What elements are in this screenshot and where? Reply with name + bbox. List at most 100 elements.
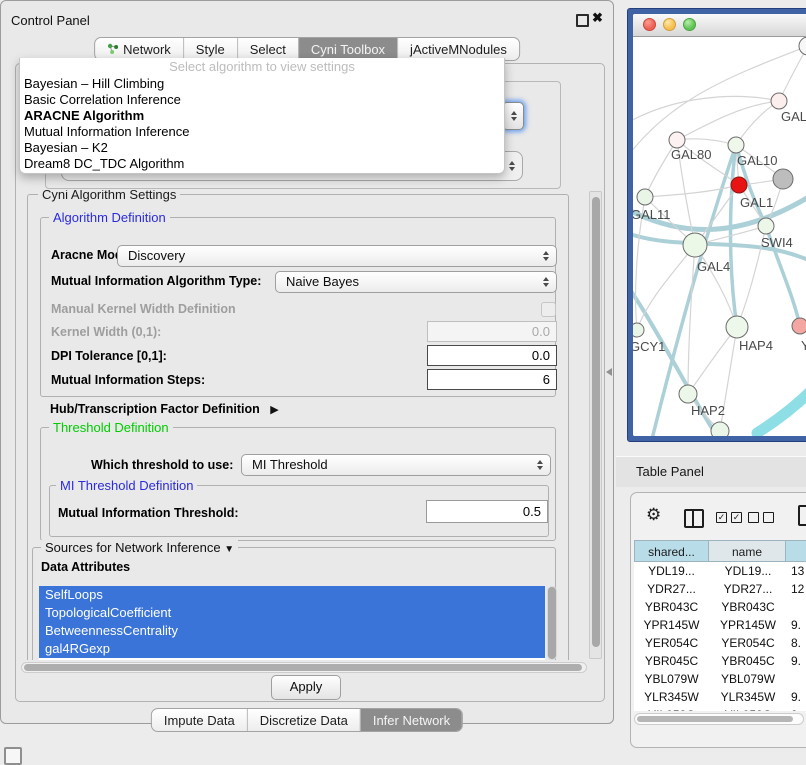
settings-gear-icon[interactable]: ⚙ — [646, 505, 661, 525]
network-edge[interactable] — [688, 245, 695, 394]
network-icon — [107, 43, 119, 55]
network-node-gal80[interactable] — [669, 132, 685, 148]
network-node-hap4[interactable] — [726, 316, 748, 338]
network-edge[interactable] — [688, 327, 737, 394]
table-cell: YDL19... — [634, 562, 709, 580]
network-node-gal4[interactable] — [683, 233, 707, 257]
manual-kernel-width-checkbox[interactable] — [541, 302, 556, 317]
table-cell: YBR043C — [709, 598, 787, 616]
sources-group-title[interactable]: Sources for Network Inference ▼ — [41, 540, 238, 557]
bottom-tabbar: Impute DataDiscretize DataInfer Network — [151, 708, 463, 732]
network-node-hap2[interactable] — [679, 385, 697, 403]
mi-algorithm-type-combobox[interactable]: Naive Bayes — [275, 271, 557, 293]
attribute-list-item[interactable]: BetweennessCentrality — [39, 622, 545, 640]
network-edge[interactable] — [736, 101, 779, 145]
tab-network[interactable]: Network — [95, 38, 183, 60]
attribute-list-item[interactable]: TopologicalCoefficient — [39, 604, 545, 622]
attribute-list-item[interactable]: gal4RGexp — [39, 640, 545, 658]
table-row[interactable]: YIL052CYIL052C9. — [634, 706, 806, 711]
dock-panel-icon[interactable] — [4, 747, 22, 765]
table-panel-header: Table Panel — [616, 456, 806, 487]
network-node[interactable] — [711, 422, 729, 436]
column-header-shared[interactable]: shared... — [634, 540, 709, 562]
data-attributes-list[interactable]: SelfLoopsTopologicalCoefficientBetweenne… — [39, 586, 545, 660]
settings-vertical-scrollbar[interactable] — [589, 191, 602, 659]
mi-threshold-input[interactable]: 0.5 — [426, 500, 548, 523]
algorithm-option[interactable]: Bayesian – Hill Climbing — [20, 76, 504, 92]
network-node-gal10[interactable] — [728, 137, 744, 153]
manual-kernel-width-label: Manual Kernel Width Definition — [51, 302, 236, 316]
apply-button[interactable]: Apply — [271, 675, 341, 700]
network-node-y[interactable] — [792, 318, 806, 334]
deselect-all-icon[interactable] — [748, 512, 774, 523]
aracne-mode-value: Discovery — [128, 246, 185, 266]
select-all-icon[interactable]: ✓✓ — [716, 512, 742, 523]
document-icon[interactable] — [798, 505, 806, 526]
settings-horizontal-scrollbar[interactable] — [21, 662, 587, 673]
attribute-list-item[interactable]: SelfLoops — [39, 586, 545, 604]
splitter-handle-icon[interactable] — [606, 368, 612, 376]
table-cell: 8. — [787, 634, 806, 652]
close-icon[interactable]: ✖ — [592, 10, 603, 26]
close-light-icon[interactable] — [643, 18, 656, 31]
hub-definition-expander[interactable]: Hub/Transcription Factor Definition ▶ — [50, 400, 279, 418]
network-node[interactable] — [773, 169, 793, 189]
chevron-updown-icon — [509, 161, 515, 171]
network-node-gal11[interactable] — [637, 189, 653, 205]
minimize-light-icon[interactable] — [663, 18, 676, 31]
attributes-list-scrollbar[interactable] — [547, 586, 557, 660]
column-header[interactable] — [785, 540, 806, 562]
table-cell — [787, 670, 806, 688]
which-threshold-combobox[interactable]: MI Threshold — [241, 454, 551, 476]
table-row[interactable]: YDR27...YDR27...12 — [634, 580, 806, 598]
tab-jactivemnodules[interactable]: jActiveMNodules — [397, 38, 519, 60]
algorithm-definition-title: Algorithm Definition — [49, 210, 170, 225]
mi-steps-input[interactable]: 6 — [427, 369, 557, 390]
table-cell: YLR345W — [634, 688, 709, 706]
table-cell: YBR045C — [634, 652, 709, 670]
algorithm-option[interactable]: Basic Correlation Inference — [20, 92, 504, 108]
table-row[interactable]: YER054CYER054C8. — [634, 634, 806, 652]
table-row[interactable]: YPR145WYPR145W9. — [634, 616, 806, 634]
algorithm-option[interactable]: Dream8 DC_TDC Algorithm — [20, 156, 504, 172]
table-row[interactable]: YBR045CYBR045C9. — [634, 652, 806, 670]
network-node[interactable] — [799, 37, 806, 55]
network-node-gal1[interactable] — [731, 177, 747, 193]
table-cell: YBR045C — [709, 652, 787, 670]
network-node-gal7[interactable] — [771, 93, 787, 109]
network-edge[interactable] — [645, 185, 739, 197]
column-selector-icon[interactable] — [684, 509, 704, 528]
column-header-name[interactable]: name — [708, 540, 786, 562]
algorithm-option[interactable]: Bayesian – K2 — [20, 140, 504, 156]
float-window-icon[interactable] — [576, 14, 589, 27]
network-canvas[interactable]: GAL7GAL80GAL10GAL1GAL11SWI4GAL4GCY1HAP4Y… — [633, 37, 806, 436]
table-row[interactable]: YBL079WYBL079W — [634, 670, 806, 688]
table-row[interactable]: YLR345WYLR345W9. — [634, 688, 806, 706]
table-row[interactable]: YBR043CYBR043C — [634, 598, 806, 616]
network-edge[interactable] — [677, 139, 736, 145]
tab-style[interactable]: Style — [183, 38, 237, 60]
algorithm-option[interactable]: Mutual Information Inference — [20, 124, 504, 140]
network-edge[interactable] — [757, 387, 806, 433]
tab-impute-data[interactable]: Impute Data — [152, 709, 247, 731]
network-node-swi4[interactable] — [758, 218, 774, 234]
algorithm-option[interactable]: ARACNE Algorithm — [20, 108, 504, 124]
network-window-titlebar[interactable] — [633, 14, 806, 37]
aracne-mode-combobox[interactable]: Discovery — [117, 245, 557, 267]
table-row[interactable]: YDL19...YDL19...13 — [634, 562, 806, 580]
which-threshold-value: MI Threshold — [252, 455, 328, 475]
algorithm-combobox-spinner[interactable] — [502, 102, 524, 130]
tab-select[interactable]: Select — [237, 38, 298, 60]
dpi-tolerance-input[interactable]: 0.0 — [427, 345, 557, 366]
zoom-light-icon[interactable] — [683, 18, 696, 31]
network-edge[interactable] — [677, 101, 779, 140]
node-attribute-table[interactable]: shared...nameYDL19...YDL19...13YDR27...Y… — [634, 540, 806, 711]
tab-discretize-data[interactable]: Discretize Data — [247, 709, 360, 731]
table-horizontal-scrollbar[interactable] — [634, 713, 804, 725]
tab-infer-network[interactable]: Infer Network — [360, 709, 462, 731]
tab-cyni-toolbox[interactable]: Cyni Toolbox — [298, 38, 397, 60]
network-edge[interactable] — [779, 46, 806, 101]
data-attributes-label: Data Attributes — [41, 560, 130, 574]
tab-label: Cyni Toolbox — [311, 42, 385, 57]
network-node-gcy1[interactable] — [633, 323, 644, 337]
